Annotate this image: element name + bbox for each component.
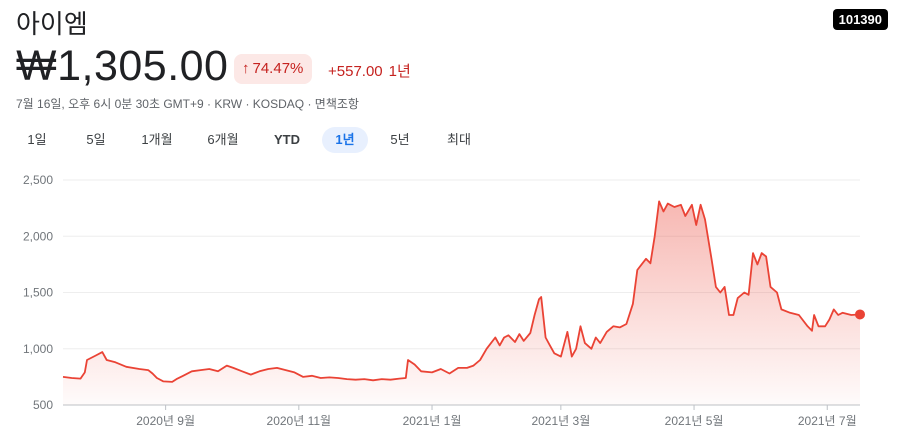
tab-ytd[interactable]: YTD bbox=[264, 127, 310, 153]
last-price-dot bbox=[855, 309, 865, 320]
current-price: ₩1,305.00 bbox=[16, 42, 229, 90]
x-tick-label: 2021년 1월 bbox=[403, 414, 462, 428]
x-tick-label: 2021년 7월 bbox=[798, 414, 857, 428]
price-area-fill bbox=[63, 201, 860, 405]
tab-max[interactable]: 최대 bbox=[436, 127, 482, 153]
y-tick-label: 2,500 bbox=[23, 173, 53, 187]
tab-5d[interactable]: 5일 bbox=[74, 127, 118, 153]
x-tick-label: 2020년 9월 bbox=[136, 414, 195, 428]
x-tick-label: 2021년 5월 bbox=[665, 414, 724, 428]
tab-6m[interactable]: 6개월 bbox=[198, 127, 248, 153]
price-chart[interactable]: 500 1,000 1,500 2,000 2,500 2020년 9월 2020년 11… bbox=[0, 160, 897, 444]
tab-5y[interactable]: 5년 bbox=[378, 127, 422, 153]
change-percent: 74.47% bbox=[252, 60, 304, 77]
y-tick-label: 500 bbox=[33, 398, 53, 412]
tab-1m[interactable]: 1개월 bbox=[132, 127, 182, 153]
change-absolute: +557.00 1년 bbox=[328, 60, 411, 81]
market-meta: 7월 16일, 오후 6시 0분 30초 GMT+9 · KRW · KOSDA… bbox=[16, 97, 359, 111]
arrow-up-icon: ↑ bbox=[242, 60, 250, 77]
ticker-badge: 101390 bbox=[832, 9, 888, 30]
y-tick-label: 1,000 bbox=[23, 342, 53, 356]
y-tick-label: 1,500 bbox=[23, 286, 53, 300]
x-tick-label: 2020년 11월 bbox=[267, 414, 332, 428]
x-tick-label: 2021년 3월 bbox=[531, 414, 590, 428]
stock-name: 아이엠 bbox=[16, 9, 88, 39]
change-value: +557.00 bbox=[328, 63, 383, 80]
change-percent-badge: ↑ 74.47% bbox=[234, 54, 313, 84]
y-tick-label: 2,000 bbox=[23, 229, 53, 243]
tab-1y[interactable]: 1년 bbox=[322, 127, 368, 153]
change-period: 1년 bbox=[388, 63, 411, 80]
tab-1d[interactable]: 1일 bbox=[15, 127, 59, 153]
